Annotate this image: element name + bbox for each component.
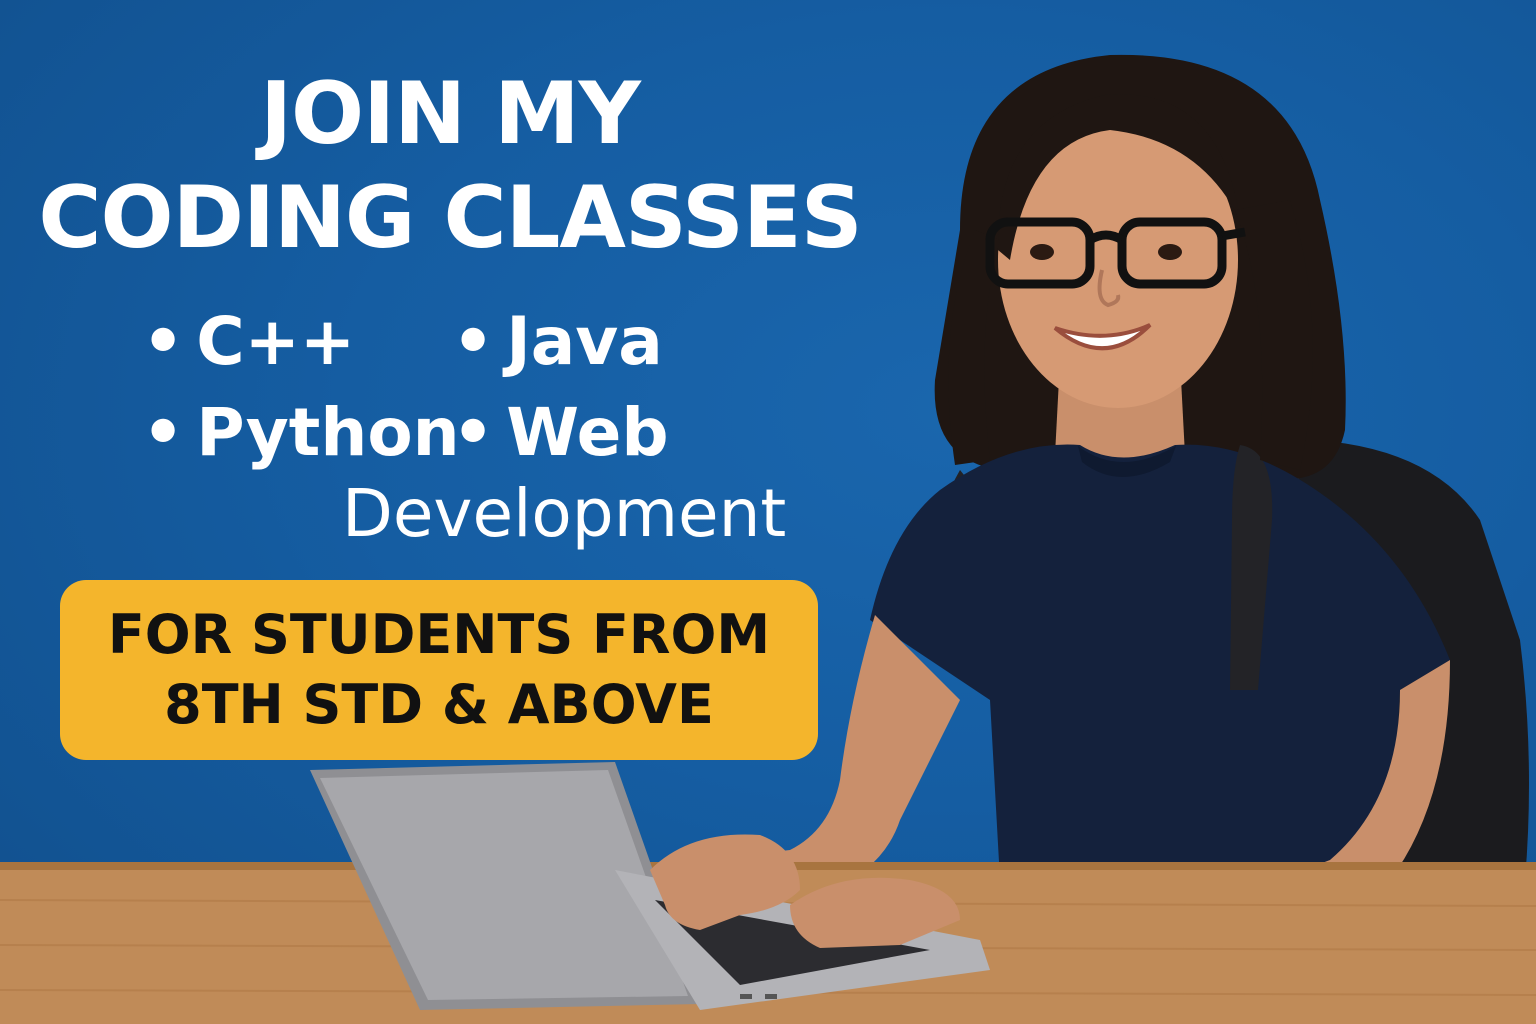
headline-line-1: JOIN MY: [260, 64, 641, 164]
badge-line-2: 8TH STD & ABOVE: [164, 673, 714, 736]
course-item-java: • Java: [452, 302, 663, 382]
course-label: Web: [506, 394, 669, 471]
course-label: Python: [196, 394, 460, 471]
course-label: C++: [196, 303, 356, 380]
course-item-web-line-2: Development: [342, 475, 787, 552]
audience-badge: FOR STUDENTS FROM 8TH STD & ABOVE: [60, 580, 818, 760]
course-item-web: • Web: [452, 393, 669, 473]
course-label: Java: [506, 303, 663, 380]
bullet-icon: •: [452, 303, 495, 380]
course-item-python: • Python: [142, 393, 460, 473]
bullet-icon: •: [452, 394, 495, 471]
headline: JOIN MY CODING CLASSES: [0, 62, 900, 270]
bullet-icon: •: [142, 394, 185, 471]
course-item-cpp: • C++: [142, 302, 355, 382]
badge-line-1: FOR STUDENTS FROM: [107, 603, 771, 666]
bullet-icon: •: [142, 303, 185, 380]
headline-line-2: CODING CLASSES: [38, 168, 862, 268]
coding-class-poster: JOIN MY CODING CLASSES • C++ • Java • Pytho…: [0, 0, 1536, 1024]
